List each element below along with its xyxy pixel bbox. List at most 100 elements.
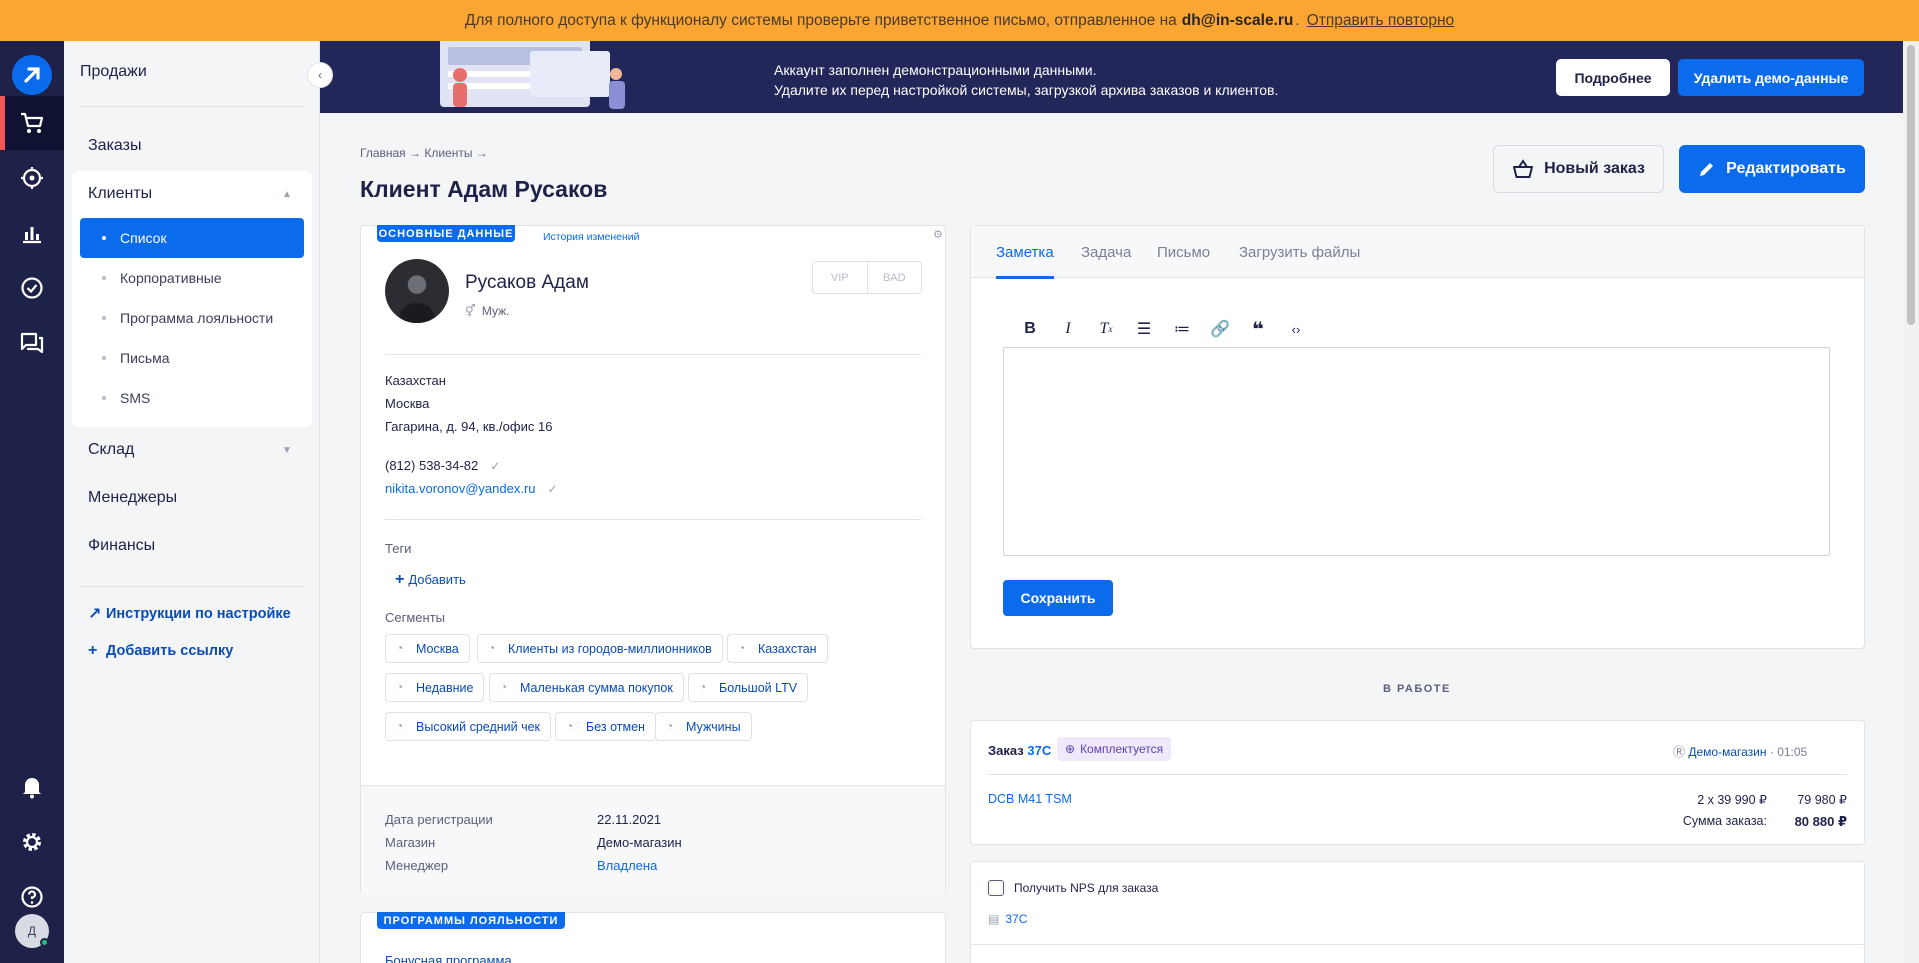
save-note-button[interactable]: Сохранить [1003, 580, 1113, 616]
segment-chip[interactable]: Клиенты из городов-миллионников [477, 634, 723, 663]
section-tag-main: ОСНОВНЫЕ ДАННЫЕ [377, 225, 515, 242]
bold-icon[interactable]: B [1011, 318, 1049, 340]
order-number-link[interactable]: 37С [1027, 743, 1051, 758]
segment-chip[interactable]: Недавние [385, 673, 485, 702]
chat-icon[interactable] [0, 316, 64, 370]
note-textarea[interactable] [1003, 347, 1830, 556]
retailcrm-logo-icon[interactable] [12, 55, 52, 95]
plus-icon: + [88, 642, 98, 659]
gear-icon[interactable]: ⚙ [933, 228, 943, 241]
quote-icon[interactable]: ❝ [1239, 318, 1277, 341]
registration-label: Дата регистрации [385, 812, 493, 827]
link-icon[interactable]: 🔗 [1201, 318, 1239, 340]
shop-label: Магазин [385, 835, 436, 850]
pencil-icon [1700, 163, 1714, 176]
nav-sub-letters[interactable]: Письма [80, 338, 304, 378]
status-badge: ⊕ Комплектуется [1057, 737, 1172, 761]
segment-chip[interactable]: Без отмен [555, 712, 656, 741]
divider [988, 774, 1847, 775]
client-phone[interactable]: (812) 538-34-82 ✓ [385, 458, 500, 473]
new-order-button[interactable]: Новый заказ [1493, 145, 1664, 193]
segment-chip[interactable]: Большой LTV [688, 673, 809, 702]
delete-demo-data-button[interactable]: Удалить демо-данные [1678, 59, 1864, 96]
nav-sub-list[interactable]: Список [80, 218, 304, 258]
document-icon: ▤ [988, 912, 1000, 926]
tab-upload-files[interactable]: Загрузить файлы [1239, 244, 1360, 261]
nps-checkbox-row[interactable]: Получить NPS для заказа [988, 880, 1158, 896]
bad-toggle[interactable]: BAD [866, 262, 922, 293]
add-tag-button[interactable]: + Добавить [395, 571, 466, 589]
vip-bad-toggle[interactable]: VIP BAD [812, 261, 922, 294]
client-country: Казахстан [385, 373, 446, 388]
manager-link[interactable]: Владлена [597, 858, 657, 873]
tab-note[interactable]: Заметка [996, 244, 1054, 279]
manager-label: Менеджер [385, 858, 449, 873]
client-avatar [385, 259, 449, 323]
tab-task[interactable]: Задача [1081, 244, 1131, 261]
nav-item-orders[interactable]: Заказы [88, 137, 141, 155]
segment-chip[interactable]: Маленькая сумма покупок [489, 673, 684, 702]
scrollbar-thumb[interactable] [1907, 45, 1915, 325]
nav-item-managers[interactable]: Менеджеры [88, 489, 177, 507]
history-link[interactable]: История изменений [543, 231, 640, 243]
arrow-up-right-icon: ↗ [88, 606, 102, 623]
numbered-list-icon[interactable]: ≔ [1163, 318, 1201, 340]
check-circle-icon[interactable] [0, 261, 64, 315]
client-name: Русаков Адам [465, 272, 589, 293]
client-gender: ⚥ Муж. [465, 304, 510, 318]
segment-chip[interactable]: Казахстан [727, 634, 828, 663]
nav-sub-loyalty[interactable]: Программа лояльности [80, 298, 304, 338]
nav-item-warehouse[interactable]: Склад [88, 441, 134, 459]
editor-tabs: Заметка Задача Письмо Загрузить файлы [971, 226, 1864, 279]
download-circle-icon: ⊕ [1065, 742, 1076, 756]
learn-more-button[interactable]: Подробнее [1556, 59, 1670, 96]
icon-rail: Д [0, 41, 64, 963]
order-title[interactable]: Заказ 37С [988, 743, 1051, 758]
collapse-sidebar-button[interactable]: ‹ [307, 62, 333, 88]
bullet-list-icon[interactable]: ☰ [1125, 318, 1163, 340]
cart-icon[interactable] [0, 96, 64, 150]
gear-icon[interactable] [0, 815, 64, 869]
vip-toggle[interactable]: VIP [813, 262, 867, 293]
chart-icon[interactable] [0, 206, 64, 260]
tab-letter[interactable]: Письмо [1157, 244, 1210, 261]
nav-sub-corporate[interactable]: Корпоративные [80, 258, 304, 298]
basket-icon [1513, 159, 1534, 178]
demo-data-banner: Аккаунт заполнен демонстрационными данны… [320, 41, 1903, 113]
avatar[interactable]: Д [15, 914, 49, 948]
add-link-button[interactable]: + Добавить ссылку [88, 642, 233, 660]
bonus-program-link[interactable]: Бонусная программа [385, 953, 512, 963]
setup-instructions-link[interactable]: ↗ Инструкции по настройке [88, 604, 291, 624]
nps-card: Получить NPS для заказа ▤ 37С [970, 861, 1865, 963]
segment-chip[interactable]: Мужчины [655, 712, 752, 741]
shop-value: Демо-магазин [597, 835, 682, 850]
edit-client-button[interactable]: Редактировать [1679, 145, 1865, 193]
client-email[interactable]: nikita.voronov@yandex.ru ✓ [385, 481, 558, 496]
section-tag-loyalty: ПРОГРАММЫ ЛОЯЛЬНОСТИ [377, 912, 565, 929]
clear-format-icon[interactable]: Tx [1087, 318, 1125, 340]
page-scrollbar[interactable] [1903, 41, 1919, 963]
segment-chip[interactable]: Москва [385, 634, 470, 663]
email-verification-notice: Для полного доступа к функционалу систем… [0, 0, 1919, 41]
chevron-up-icon[interactable]: ▲ [282, 189, 292, 200]
italic-icon[interactable]: I [1049, 318, 1087, 340]
chevron-down-icon[interactable]: ▼ [282, 445, 292, 456]
order-shop: Ⓡ Демо-магазин · 01:05 [1673, 745, 1808, 759]
code-icon[interactable]: ‹› [1277, 318, 1315, 340]
target-icon[interactable] [0, 151, 64, 205]
nav-item-finance[interactable]: Финансы [88, 537, 155, 555]
breadcrumb[interactable]: Главная → Клиенты → [360, 146, 488, 160]
product-link[interactable]: DCB M41 TSM [988, 792, 1072, 806]
divider [385, 519, 921, 520]
nav-item-clients[interactable]: Клиенты [88, 185, 152, 203]
nps-checkbox[interactable] [988, 880, 1004, 896]
verified-icon: ✓ [547, 482, 558, 496]
bell-icon[interactable] [0, 760, 64, 814]
nps-order-link[interactable]: ▤ 37С [988, 912, 1027, 926]
segment-chip[interactable]: Высокий средний чек [385, 712, 552, 741]
order-card: Заказ 37С ⊕ Комплектуется Ⓡ Демо-магазин… [970, 720, 1865, 845]
nav-sub-sms[interactable]: SMS [80, 378, 304, 418]
sales-navigation: Продажи Заказы Клиенты ▲ Список Корпорат… [64, 41, 320, 963]
resend-link[interactable]: Отправить повторно [1307, 12, 1454, 30]
notice-email: dh@in-scale.ru [1181, 11, 1294, 29]
